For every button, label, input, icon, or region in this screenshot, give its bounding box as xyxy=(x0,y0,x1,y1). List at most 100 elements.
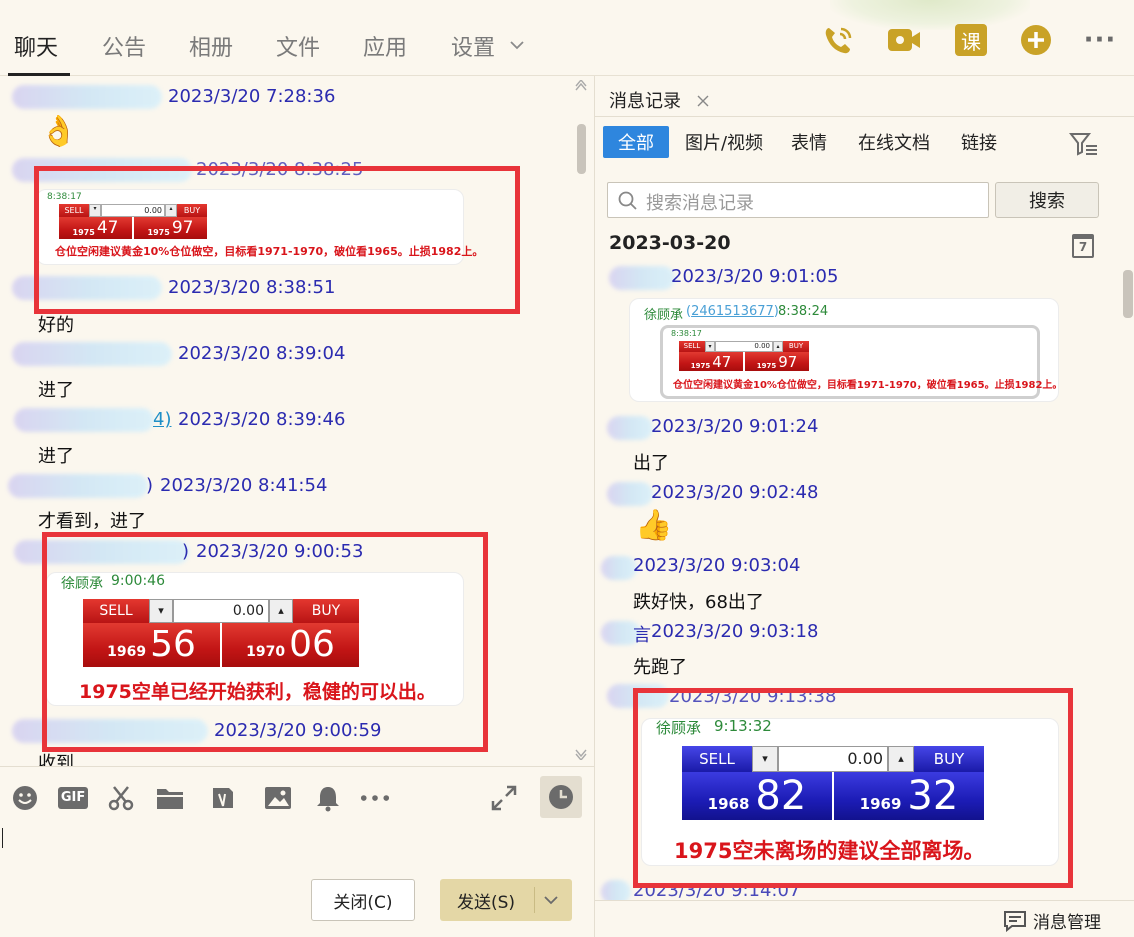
tab-album[interactable]: 相册 xyxy=(189,30,233,62)
message-time: 2023/3/20 9:01:24 xyxy=(651,416,819,437)
close-icon[interactable] xyxy=(697,95,709,107)
bell-icon[interactable] xyxy=(313,783,343,813)
message-manage-icon xyxy=(1004,910,1026,932)
history-tab[interactable]: 消息记录 xyxy=(601,78,713,116)
video-icon[interactable] xyxy=(886,22,922,58)
message-input[interactable] xyxy=(0,828,594,868)
ok-emoji: 👌 xyxy=(40,114,78,149)
message-time: 2023/3/20 8:39:04 xyxy=(178,343,346,364)
message-text: 好的 xyxy=(38,315,74,336)
message-manage-button[interactable]: 消息管理 xyxy=(1003,908,1101,933)
more-icon[interactable] xyxy=(360,783,390,813)
search-button[interactable]: 搜索 xyxy=(995,182,1099,218)
highlight-box xyxy=(42,532,488,752)
quote-note: 仓位空闲建议黄金10%仓位做空，目标看1971-1970，破位看1965。止损1… xyxy=(673,380,1063,391)
highlight-box xyxy=(34,166,520,314)
message-text: 出了 xyxy=(633,453,669,474)
message-text: 才看到，进了 xyxy=(38,511,146,532)
send-divider xyxy=(534,887,535,913)
doc-icon[interactable] xyxy=(208,783,238,813)
tab-announcement[interactable]: 公告 xyxy=(102,30,146,62)
quote-inner-time: 8:38:17 xyxy=(671,329,702,338)
filter-media[interactable]: 图片/视频 xyxy=(681,126,767,158)
avatar xyxy=(607,482,653,506)
thumbs-up-emoji: 👍 xyxy=(635,508,673,543)
message-text: 先跑了 xyxy=(633,657,687,678)
smile-icon[interactable] xyxy=(10,783,40,813)
avatar xyxy=(12,85,162,109)
send-label: 发送(S) xyxy=(457,892,516,913)
chevron-down-icon[interactable] xyxy=(544,895,558,905)
message-time: 2023/3/20 9:01:05 xyxy=(671,266,839,287)
message-time: 2023/3/20 7:28:36 xyxy=(168,86,336,107)
message-time: 2023/3/20 9:03:18 xyxy=(651,621,819,642)
nested-quote: 8:38:17 SELL ▾ 0.00 ▴ BUY 1975 47 1975 9… xyxy=(660,325,1062,399)
history-icon[interactable] xyxy=(540,776,582,818)
chat-message-list[interactable]: 2023/3/20 7:28:36 👌 2023/3/20 8:38:25 8:… xyxy=(0,76,594,766)
message-text: 进了 xyxy=(38,380,74,401)
avatar xyxy=(8,474,148,498)
scissors-icon[interactable] xyxy=(106,783,136,813)
tab-apps[interactable]: 应用 xyxy=(363,30,407,62)
search-input[interactable]: 搜索消息记录 xyxy=(607,182,989,218)
scroll-down-icon[interactable] xyxy=(574,748,588,760)
close-button[interactable]: 关闭(C) xyxy=(311,879,415,921)
highlight-box xyxy=(633,688,1073,888)
message-time: 2023/3/20 8:39:46 xyxy=(178,409,346,430)
message-history-panel: 消息记录 全部 图片/视频 表情 在线文档 链接 搜索消息记录 搜索 2023-… xyxy=(594,76,1134,937)
course-label: 课 xyxy=(955,24,987,56)
quote-sender: 徐顾承 xyxy=(644,308,684,323)
message-time-prefix: 言 xyxy=(633,625,651,646)
search-icon xyxy=(618,191,637,210)
course-icon[interactable]: 课 xyxy=(953,22,989,58)
scroll-up-icon[interactable] xyxy=(574,80,588,92)
tab-files[interactable]: 文件 xyxy=(276,30,320,62)
filter-icon[interactable] xyxy=(1069,132,1099,156)
bid-big: 47 xyxy=(712,353,732,371)
message-text: 进了 xyxy=(38,446,74,467)
message-text: 跌好快，68出了 xyxy=(633,592,764,613)
quote-card[interactable]: 徐顾承 (2461513677) 8:38:24 8:38:17 SELL ▾ … xyxy=(629,298,1062,402)
filter-stickers[interactable]: 表情 xyxy=(785,126,833,158)
avatar xyxy=(607,416,653,440)
composer-toolbar: GIF xyxy=(0,766,594,828)
filter-all[interactable]: 全部 xyxy=(603,126,669,158)
message-manage-label: 消息管理 xyxy=(1033,913,1101,933)
sell-label: SELL xyxy=(679,341,705,352)
message-sender-id[interactable]: 4) xyxy=(153,409,171,430)
spread-down-icon[interactable]: ▾ xyxy=(705,341,715,352)
phone-icon[interactable] xyxy=(820,22,856,58)
tab-chat[interactable]: 聊天 xyxy=(14,30,58,62)
message-time: 2023/3/20 8:41:54 xyxy=(160,475,328,496)
plus-icon[interactable] xyxy=(1018,22,1054,58)
spread-value: 0.00 xyxy=(715,341,773,352)
bid-small: 1975 xyxy=(690,362,711,370)
gif-icon[interactable]: GIF xyxy=(57,783,89,813)
ask-small: 1975 xyxy=(756,362,777,370)
scrollbar-thumb[interactable] xyxy=(1123,270,1133,318)
calendar-icon[interactable]: 7 xyxy=(1072,234,1094,258)
spread-up-icon[interactable]: ▴ xyxy=(773,341,783,352)
expand-icon[interactable] xyxy=(489,783,519,813)
avatar xyxy=(12,342,172,366)
quote-sender-id[interactable]: (2461513677) xyxy=(686,304,779,319)
buy-label: BUY xyxy=(783,341,809,352)
filter-links[interactable]: 链接 xyxy=(955,126,1003,158)
scrollbar-thumb[interactable] xyxy=(577,124,586,174)
more-icon[interactable]: ··· xyxy=(1082,22,1118,58)
folder-icon[interactable] xyxy=(155,783,185,813)
header-decoration xyxy=(830,0,1030,30)
top-nav: 聊天 公告 相册 文件 应用 设置 课 ··· xyxy=(0,0,1134,76)
send-button[interactable]: 发送(S) xyxy=(440,879,572,921)
gif-label: GIF xyxy=(57,787,89,809)
ask-big: 97 xyxy=(778,353,798,371)
history-tab-label: 消息记录 xyxy=(609,91,681,112)
avatar xyxy=(601,556,637,580)
message-time-prefix: ) xyxy=(146,475,154,496)
chevron-down-icon[interactable] xyxy=(510,40,524,50)
text-cursor xyxy=(2,828,3,848)
sender-id-link[interactable]: 2461513677 xyxy=(691,304,774,319)
filter-docs[interactable]: 在线文档 xyxy=(853,126,935,158)
tab-settings[interactable]: 设置 xyxy=(451,30,495,62)
image-icon[interactable] xyxy=(263,783,293,813)
